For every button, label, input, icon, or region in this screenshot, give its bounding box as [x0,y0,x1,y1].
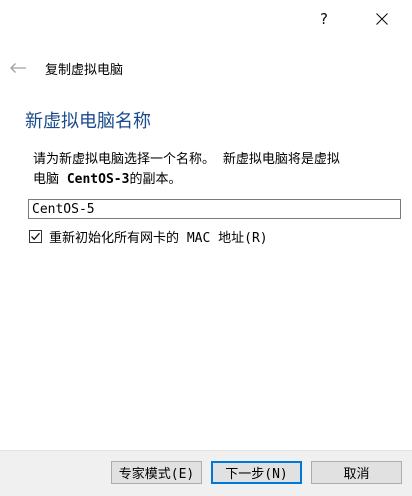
description-text: 请为新虚拟电脑选择一个名称。 新虚拟电脑将是虚拟 电脑 CentOS-3的副本。 [33,150,398,190]
wizard-header: 复制虚拟电脑 [0,54,412,82]
next-button[interactable]: 下一步(N) [211,461,302,484]
clone-vm-dialog: ? 复制虚拟电脑 新虚拟电脑名称 请为新虚拟电脑选择一个名称。 新虚拟电脑将是虚… [0,0,412,496]
help-icon: ? [320,10,328,28]
close-icon [376,13,388,25]
description-prefix: 电脑 [33,172,67,187]
description-line-1: 请为新虚拟电脑选择一个名称。 新虚拟电脑将是虚拟 [33,152,340,167]
page-heading: 新虚拟电脑名称 [25,111,151,132]
vm-name-input[interactable] [28,199,401,219]
cancel-button[interactable]: 取消 [311,461,402,484]
title-bar: ? [0,0,412,38]
expert-mode-button[interactable]: 专家模式(E) [111,461,202,484]
source-vm-name: CentOS-3 [66,172,130,187]
back-button[interactable] [4,56,32,80]
description-suffix: 的副本。 [129,172,182,187]
description-line-2: 电脑 CentOS-3的副本。 [33,170,398,190]
close-button[interactable] [359,0,405,38]
checkmark-icon [31,232,40,240]
reinit-mac-option[interactable]: 重新初始化所有网卡的 MAC 地址(R) [29,227,268,246]
help-button[interactable]: ? [301,0,347,38]
back-arrow-icon [10,63,26,73]
wizard-title: 复制虚拟电脑 [45,63,124,78]
reinit-mac-checkbox[interactable] [29,229,42,243]
button-bar: 专家模式(E) 下一步(N) 取消 [0,450,412,496]
reinit-mac-label: 重新初始化所有网卡的 MAC 地址(R) [49,230,268,246]
